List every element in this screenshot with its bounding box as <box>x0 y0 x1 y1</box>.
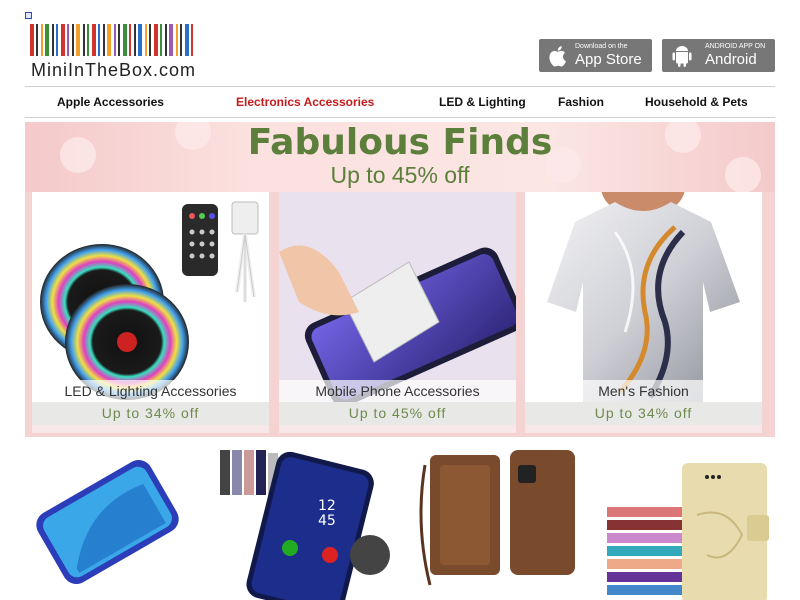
promo-card-led[interactable]: LED & Lighting Accessories Up to 34% off <box>32 192 269 433</box>
logo-barcode <box>30 24 212 56</box>
promo-card-fashion[interactable]: Men's Fashion Up to 34% off <box>525 192 762 433</box>
banner-subtitle: Up to 45% off <box>330 162 470 188</box>
barcode-stripe <box>83 24 85 56</box>
barcode-stripe <box>45 24 49 56</box>
svg-text:12: 12 <box>318 498 336 514</box>
barcode-stripe <box>180 24 182 56</box>
product-row: 12 45 <box>25 445 775 600</box>
barcode-stripe <box>191 24 193 56</box>
barcode-stripe <box>134 24 136 56</box>
promo-card-phone[interactable]: Mobile Phone Accessories Up to 45% off <box>279 192 516 433</box>
barcode-stripe <box>145 24 147 56</box>
apple-icon <box>549 46 566 67</box>
barcode-stripe <box>160 24 162 56</box>
nav-led-lighting[interactable]: LED & Lighting <box>439 95 526 109</box>
barcode-stripe <box>169 24 173 56</box>
barcode-stripe <box>61 24 65 56</box>
card-discount: Up to 34% off <box>32 402 269 425</box>
mens-tshirt-image <box>525 192 762 402</box>
barcode-stripe <box>52 24 54 56</box>
app-store-small-text: Download on the <box>575 43 628 50</box>
barcode-stripe <box>165 24 167 56</box>
barcode-stripe <box>154 24 158 56</box>
nav-apple-accessories[interactable]: Apple Accessories <box>57 95 164 109</box>
category-nav: Apple Accessories Electronics Accessorie… <box>25 86 775 118</box>
barcode-stripe <box>129 24 131 56</box>
barcode-stripe <box>92 24 96 56</box>
app-store-button[interactable]: Download on the App Store <box>539 39 652 72</box>
barcode-stripe <box>76 24 80 56</box>
card-caption: LED & Lighting Accessories <box>32 380 269 402</box>
banner-title: Fabulous Finds <box>247 122 553 163</box>
barcode-stripe <box>103 24 105 56</box>
barcode-stripe <box>72 24 74 56</box>
barcode-stripe <box>149 24 151 56</box>
barcode-stripe <box>41 24 43 56</box>
barcode-stripe <box>67 24 69 56</box>
product-wallet-case-image[interactable] <box>410 445 588 600</box>
card-caption: Mobile Phone Accessories <box>279 380 516 402</box>
barcode-stripe <box>138 24 142 56</box>
product-flip-case-image[interactable] <box>597 445 775 600</box>
android-app-button[interactable]: ANDROID APP ON Android <box>662 39 775 72</box>
site-logo[interactable]: MiniInTheBox.com <box>30 24 215 82</box>
app-store-label: App Store <box>575 51 642 68</box>
nav-household-pets[interactable]: Household & Pets <box>645 95 748 109</box>
card-discount: Up to 34% off <box>525 402 762 425</box>
barcode-stripe <box>176 24 178 56</box>
nav-electronics-accessories[interactable]: Electronics Accessories <box>236 95 374 109</box>
barcode-stripe <box>87 24 89 56</box>
nav-fashion[interactable]: Fashion <box>558 95 604 109</box>
screen-protector-image <box>279 192 516 402</box>
barcode-stripe <box>30 24 34 56</box>
barcode-stripe <box>98 24 100 56</box>
android-label: Android <box>705 51 757 68</box>
android-icon <box>672 46 692 67</box>
barcode-stripe <box>118 24 120 56</box>
product-phone-case-image[interactable] <box>25 445 203 600</box>
barcode-stripe <box>123 24 127 56</box>
card-caption: Men's Fashion <box>525 380 762 402</box>
barcode-stripe <box>114 24 116 56</box>
logo-text: MiniInTheBox.com <box>31 60 197 80</box>
svg-text:45: 45 <box>318 513 336 529</box>
barcode-stripe <box>36 24 38 56</box>
barcode-stripe <box>56 24 58 56</box>
led-strip-image <box>32 192 269 402</box>
barcode-stripe <box>107 24 111 56</box>
product-mirror-case-image[interactable]: 12 45 <box>215 445 393 600</box>
small-corner-image <box>25 12 32 19</box>
android-small-text: ANDROID APP ON <box>705 43 766 50</box>
card-discount: Up to 45% off <box>279 402 516 425</box>
barcode-stripe <box>185 24 189 56</box>
promo-banner[interactable]: Fabulous Finds Up to 45% off LED & Light… <box>25 122 775 437</box>
